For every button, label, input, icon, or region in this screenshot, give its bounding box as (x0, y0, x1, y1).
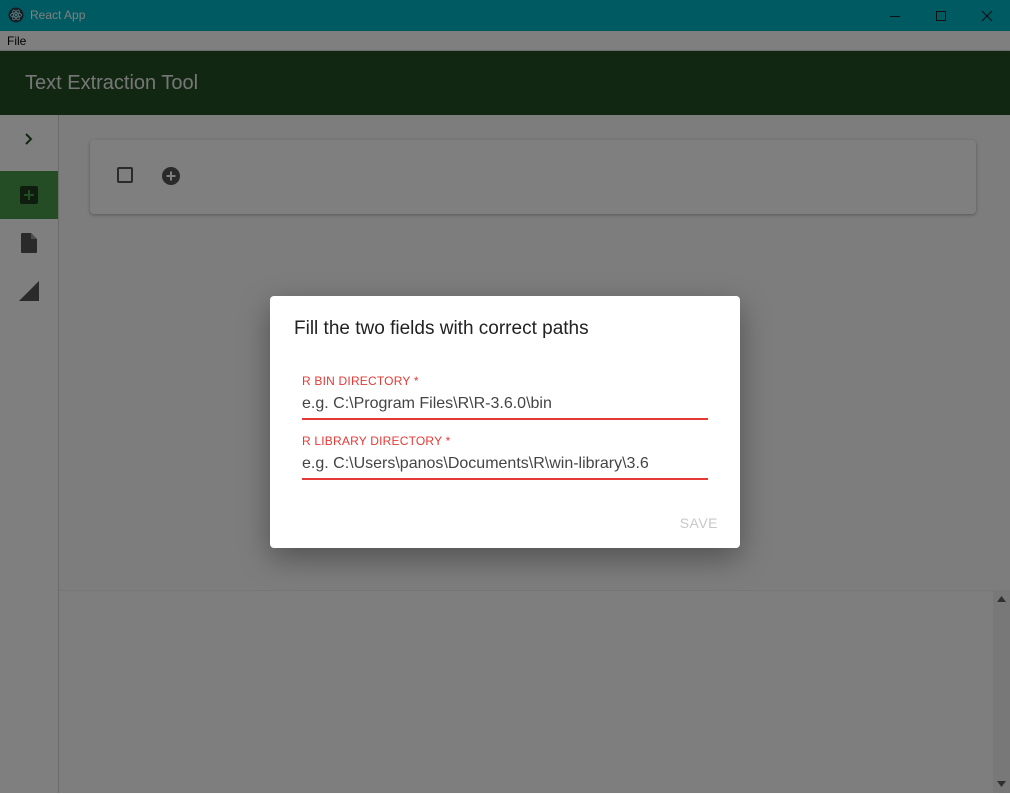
dialog-title: Fill the two fields with correct paths (294, 318, 589, 339)
r-bin-directory-label: R BIN DIRECTORY * (302, 374, 419, 388)
save-button[interactable]: SAVE (680, 515, 718, 531)
r-library-directory-label: R LIBRARY DIRECTORY * (302, 434, 451, 448)
r-bin-directory-input[interactable]: e.g. C:\Program Files\R\R-3.6.0\bin (302, 395, 708, 420)
r-bin-directory-field: R BIN DIRECTORY * e.g. C:\Program Files\… (302, 374, 708, 420)
paths-dialog: Fill the two fields with correct paths R… (270, 296, 740, 548)
r-library-directory-input[interactable]: e.g. C:\Users\panos\Documents\R\win-libr… (302, 455, 708, 480)
r-library-directory-field: R LIBRARY DIRECTORY * e.g. C:\Users\pano… (302, 434, 708, 480)
